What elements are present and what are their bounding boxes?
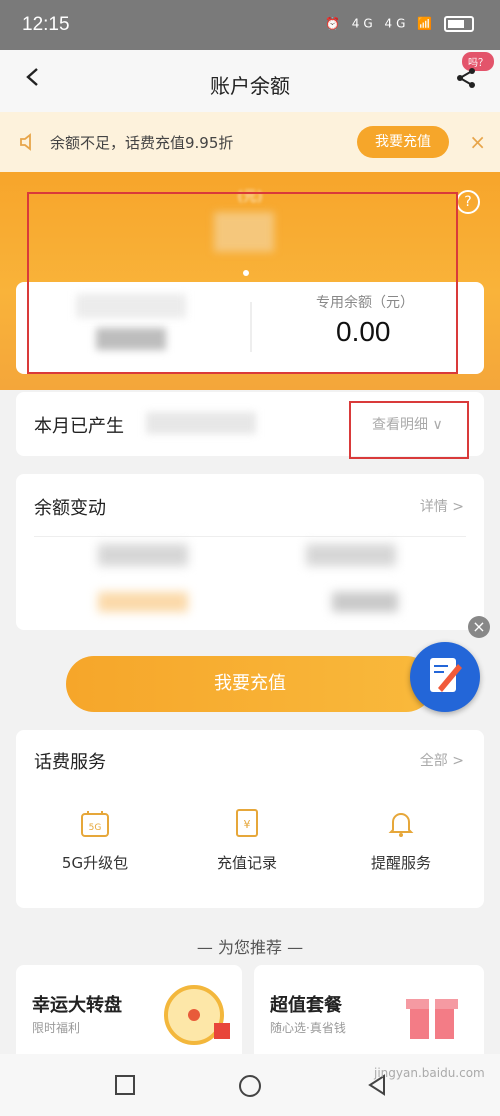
notice-text: 余额不足，话费充值9.95折 xyxy=(50,134,234,152)
watermark-text: jingyan.baidu.com xyxy=(374,1066,485,1080)
speaker-icon xyxy=(20,133,31,151)
share-icon[interactable] xyxy=(454,66,478,90)
feedback-float-button[interactable] xyxy=(410,642,480,712)
edit-note-icon xyxy=(430,658,462,692)
recommend-title: 幸运大转盘 xyxy=(32,995,122,1016)
services-all-link[interactable]: 全部 > xyxy=(420,750,464,770)
service-5g-package[interactable]: 5G 5G升级包 xyxy=(30,806,160,873)
low-balance-notice: 余额不足，话费充值9.95折 我要充值 × xyxy=(0,112,500,172)
recommend-card-lucky-wheel[interactable]: 幸运大转盘 限时福利 xyxy=(16,965,242,1065)
services-title: 话费服务 xyxy=(34,752,106,773)
recommend-subtitle: 限时福利 xyxy=(32,1021,81,1035)
highlight-box-details xyxy=(349,401,469,459)
home-icon[interactable] xyxy=(238,1074,262,1098)
phone-services-card: 话费服务 全部 > 5G 5G升级包 ¥ 充值记录 提醒服务 xyxy=(16,730,484,908)
page-title: 账户余额 xyxy=(210,74,290,98)
help-icon[interactable]: ? xyxy=(456,190,480,214)
balance-change-card: 余额变动 详情 > xyxy=(16,474,484,630)
5g-package-icon: 5G xyxy=(81,811,109,837)
recharge-button[interactable]: 我要充值 xyxy=(66,656,434,712)
recent-apps-icon[interactable] xyxy=(114,1074,136,1096)
recharge-record-icon: ¥ xyxy=(236,809,258,837)
balance-change-details-link[interactable]: 详情 > xyxy=(420,496,464,516)
divider xyxy=(34,536,466,537)
service-label: 5G升级包 xyxy=(61,854,129,872)
blurred-item xyxy=(332,592,398,612)
service-label: 充值记录 xyxy=(216,854,277,872)
status-icons: ⏰ 4G 4G 📶 xyxy=(325,16,474,32)
blurred-item xyxy=(98,592,188,612)
blurred-item xyxy=(98,544,188,566)
battery-icon xyxy=(444,16,474,32)
top-navbar: 账户余额 吗？ xyxy=(0,50,500,112)
highlight-box-balance xyxy=(27,192,458,374)
system-nav-bar xyxy=(0,1054,500,1116)
balance-change-title: 余额变动 xyxy=(34,498,106,519)
notice-close-icon[interactable]: × xyxy=(469,130,486,154)
blurred-amount xyxy=(146,412,256,434)
gift-box-icon xyxy=(406,999,458,1039)
bell-icon xyxy=(388,813,414,837)
service-reminder[interactable]: 提醒服务 xyxy=(336,806,466,873)
recommend-card-value-plan[interactable]: 超值套餐 随心选·真省钱 xyxy=(254,965,484,1065)
status-time: 12:15 xyxy=(22,14,70,35)
svg-text:¥: ¥ xyxy=(244,818,251,831)
service-recharge-record[interactable]: ¥ 充值记录 xyxy=(182,806,312,873)
notice-recharge-button[interactable]: 我要充值 xyxy=(357,126,449,158)
monthly-charges-label: 本月已产生 xyxy=(34,416,124,437)
recommend-title: 超值套餐 xyxy=(270,995,342,1016)
service-label: 提醒服务 xyxy=(370,854,431,872)
status-bar: 12:15 ⏰ 4G 4G 📶 xyxy=(0,0,500,50)
lucky-wheel-icon xyxy=(164,985,230,1045)
recommend-header: — 为您推荐 — xyxy=(196,938,304,957)
float-close-icon[interactable]: × xyxy=(468,616,490,638)
blurred-item xyxy=(306,544,396,566)
svg-text:5G: 5G xyxy=(89,823,102,833)
recommend-subtitle: 随心选·真省钱 xyxy=(270,1021,346,1035)
